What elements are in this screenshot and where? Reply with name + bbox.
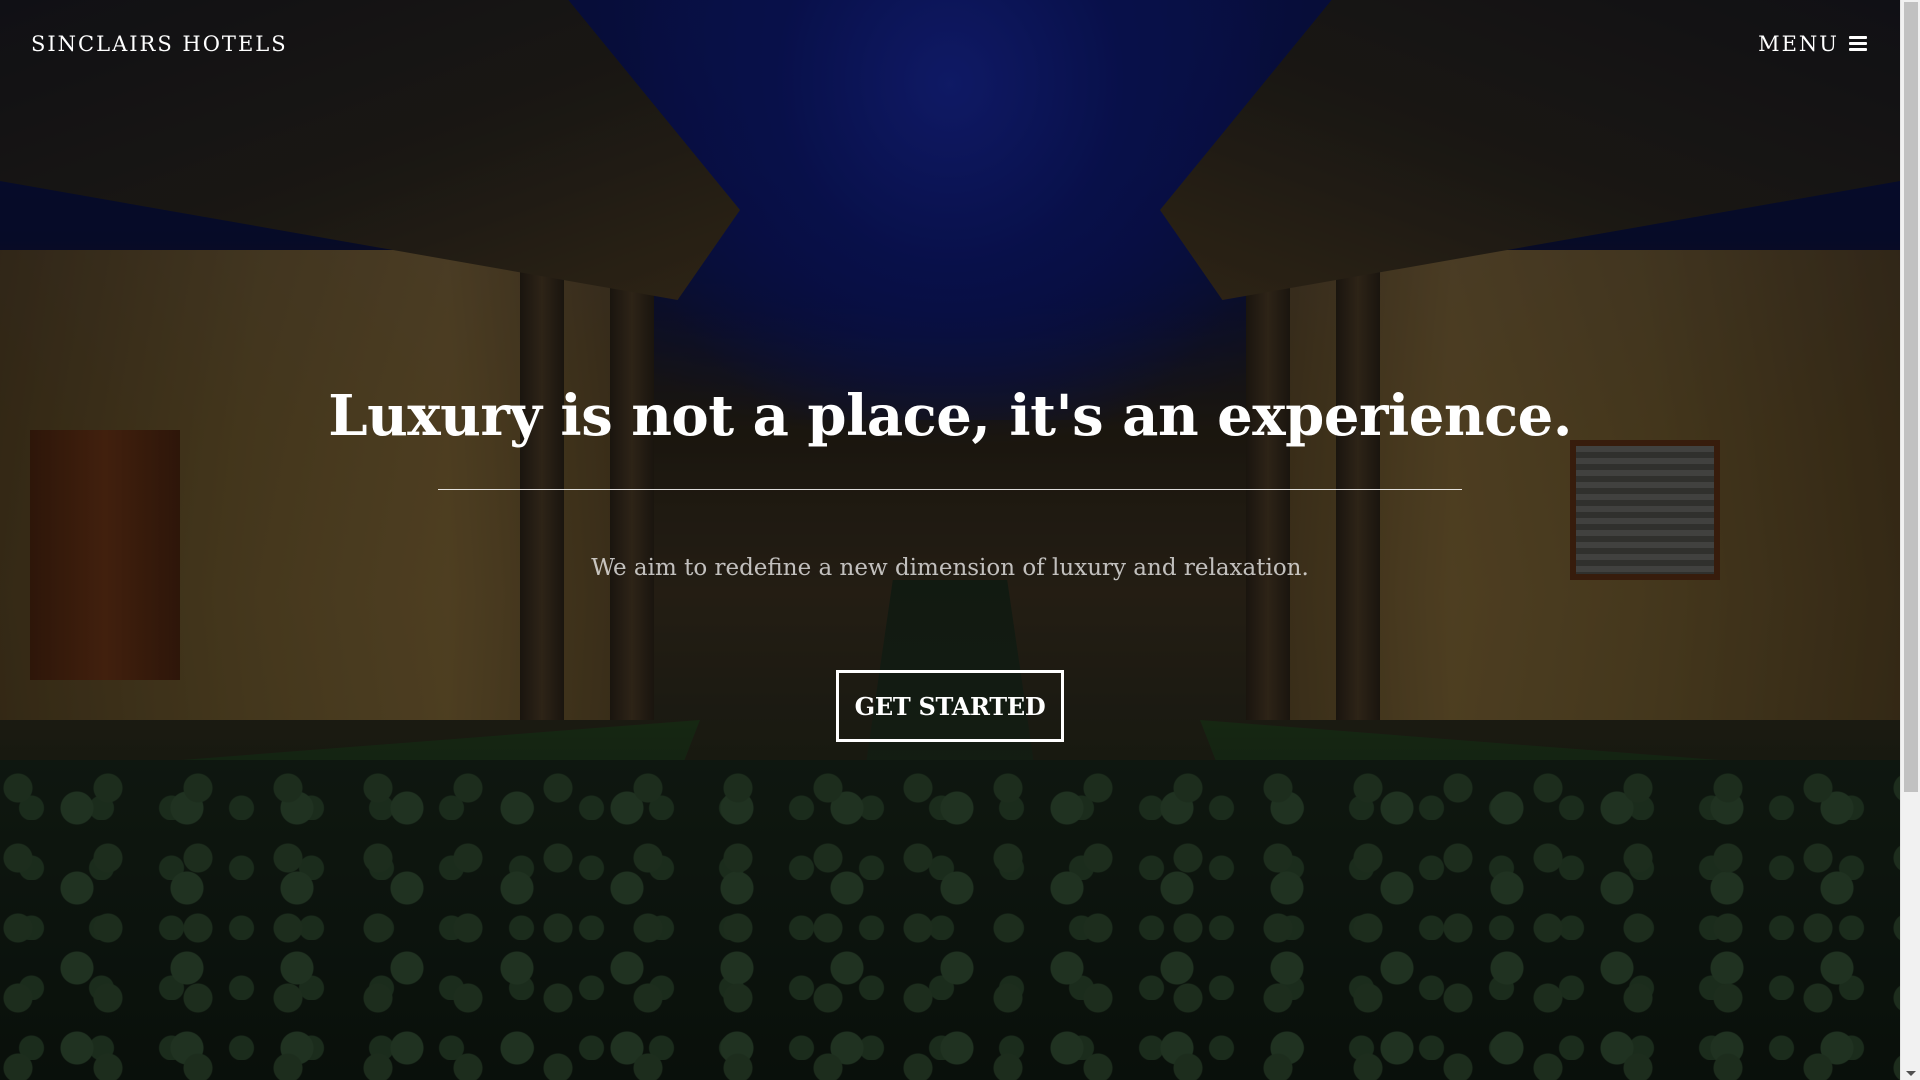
page-viewport: SINCLAIRS HOTELS MENU Luxury is not a pl… [0,0,1900,1080]
hero-subtitle: We aim to redefine a new dimension of lu… [591,555,1309,581]
scroll-down-arrow-icon[interactable] [1906,1071,1916,1076]
vertical-scrollbar[interactable] [1900,0,1920,1080]
get-started-button[interactable]: GET STARTED [836,670,1064,742]
hero-section: Luxury is not a place, it's an experienc… [0,0,1900,1080]
hero-title: Luxury is not a place, it's an experienc… [328,383,1572,449]
hero-divider [438,489,1462,490]
scrollbar-thumb[interactable] [1904,2,1918,792]
